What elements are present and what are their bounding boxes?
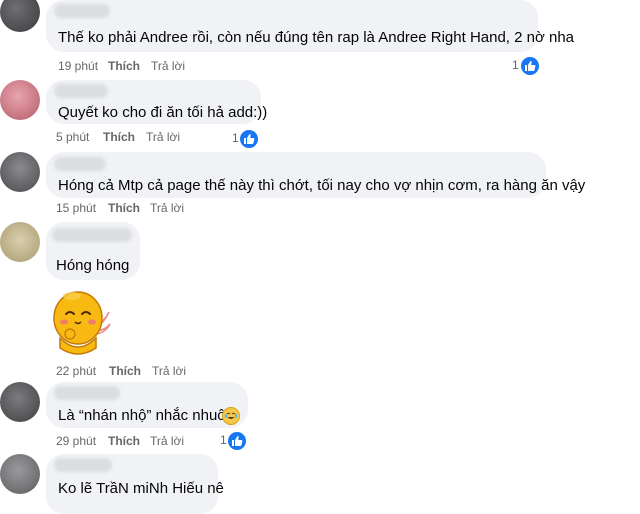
commenter-avatar[interactable]	[0, 382, 40, 422]
commenter-avatar[interactable]	[0, 222, 40, 262]
comment-bubble: Hóng cả Mtp cả page thế này thì chớt, tố…	[46, 152, 585, 198]
comment-bubble: Quyết ko cho đi ăn tối hả add:))	[46, 80, 267, 124]
commenter-name-blurred[interactable]	[52, 228, 132, 242]
comment-actions: 5 phút Thích Trả lời	[56, 130, 256, 144]
comment-time[interactable]: 5 phút	[56, 130, 89, 144]
reply-button[interactable]: Trả lời	[151, 59, 185, 73]
comment-bubble: Hóng hóng	[46, 222, 140, 280]
commenter-name-blurred[interactable]	[54, 157, 106, 171]
reaction-count[interactable]: 1	[220, 430, 250, 451]
crying-laughing-emoji	[222, 407, 240, 425]
comment-bubble: Ko lẽ TrầN miNh Hiếu nê	[46, 454, 224, 514]
comment-text: Thế ko phải Andree rồi, còn nếu đúng tên…	[58, 29, 575, 46]
comment-time[interactable]: 29 phút	[56, 434, 96, 448]
comment-text: Hóng cả Mtp cả page thế này thì chớt, tố…	[58, 177, 586, 194]
comment-time[interactable]: 19 phút	[58, 59, 98, 73]
reaction-count[interactable]: 1	[232, 128, 262, 149]
commenter-name-blurred[interactable]	[54, 4, 110, 18]
reply-button[interactable]: Trả lời	[146, 130, 180, 144]
comment-text: Là “nhán nhộ” nhắc nhuôn	[58, 407, 234, 424]
comment-text: Quyết ko cho đi ăn tối hả add:))	[58, 104, 268, 121]
like-button[interactable]: Thích	[108, 434, 140, 448]
comment-bubble: Là “nhán nhộ” nhắc nhuôn	[46, 382, 248, 428]
reply-button[interactable]: Trả lời	[150, 434, 184, 448]
commenter-avatar[interactable]	[0, 80, 40, 120]
commenter-avatar[interactable]	[0, 152, 40, 192]
like-button[interactable]: Thích	[109, 364, 141, 378]
commenter-name-blurred[interactable]	[54, 458, 112, 472]
reply-button[interactable]: Trả lời	[150, 201, 184, 215]
like-button[interactable]: Thích	[103, 130, 135, 144]
reaction-count[interactable]: 1	[512, 55, 542, 76]
commenter-avatar[interactable]	[0, 0, 40, 32]
like-icon	[239, 129, 259, 149]
like-button[interactable]: Thích	[108, 59, 140, 73]
commenter-avatar[interactable]	[0, 454, 40, 494]
commenter-name-blurred[interactable]	[54, 84, 108, 98]
comment-time[interactable]: 15 phút	[56, 201, 96, 215]
comment-actions: 19 phút Thích Trả lời	[58, 59, 258, 73]
comment-actions: 22 phút Thích Trả lời	[56, 364, 256, 378]
comment-bubble: Thế ko phải Andree rồi, còn nếu đúng tên…	[46, 0, 574, 52]
like-button[interactable]: Thích	[108, 201, 140, 215]
commenter-name-blurred[interactable]	[54, 386, 120, 400]
yellow-blob-sticker	[48, 284, 112, 356]
reply-button[interactable]: Trả lời	[152, 364, 186, 378]
like-icon	[227, 431, 247, 451]
comment-actions: 15 phút Thích Trả lời	[56, 201, 256, 215]
like-icon	[520, 56, 540, 76]
comment-text: Hóng hóng	[56, 257, 130, 274]
comment-time[interactable]: 22 phút	[56, 364, 96, 378]
comment-text: Ko lẽ TrầN miNh Hiếu nê	[58, 480, 224, 497]
